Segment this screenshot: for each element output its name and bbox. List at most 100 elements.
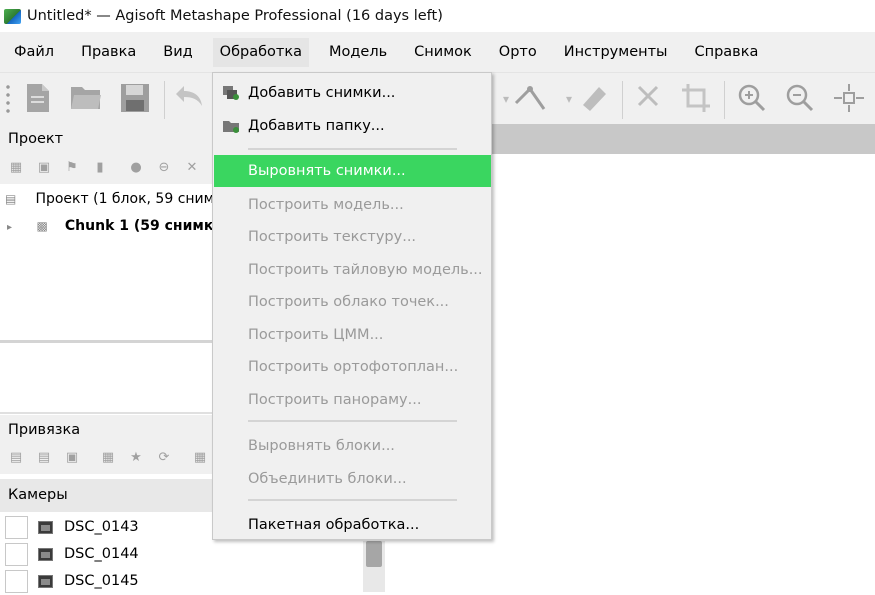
camera-checkbox[interactable] (5, 570, 28, 593)
export-icon[interactable]: ▤ (36, 450, 52, 466)
save-icon[interactable] (119, 83, 151, 115)
menu-edit[interactable]: Правка (74, 38, 143, 67)
menu-model[interactable]: Модель (322, 38, 394, 67)
menu-build-tiled-model-label: Построить тайловую модель... (248, 262, 483, 278)
camera-row[interactable]: DSC_0144 (0, 541, 212, 568)
camera-row[interactable]: DSC_0143 (0, 514, 212, 541)
camera-name: DSC_0143 (64, 519, 139, 535)
camera-checkbox[interactable] (5, 516, 28, 539)
ruler-icon[interactable] (578, 83, 610, 115)
import-icon[interactable]: ▤ (8, 450, 24, 466)
menu-build-model-label: Построить модель... (248, 197, 404, 213)
delete-icon[interactable] (632, 83, 664, 115)
menu-build-dem[interactable]: Построить ЦММ... (214, 319, 491, 351)
chunk-icon: ▩ (36, 219, 48, 233)
pane-splitter[interactable] (0, 340, 212, 343)
convert-icon[interactable]: ▣ (64, 450, 80, 466)
chunk-row[interactable]: ▸ ▩ Chunk 1 (59 снимков) (0, 213, 212, 239)
menu-bar: Файл Правка Вид Обработка Модель Снимок … (0, 32, 875, 72)
menu-align-chunks[interactable]: Выровнять блоки... (214, 430, 491, 462)
menu-file[interactable]: Файл (7, 38, 61, 67)
menu-batch-process-label: Пакетная обработка... (248, 517, 420, 533)
menu-align-chunks-label: Выровнять блоки... (248, 438, 395, 454)
toolbar-grip[interactable] (5, 83, 11, 117)
model-view-header (492, 124, 875, 154)
project-toolbar: ▦ ▣ ⚑ ▮ ● ⊖ ✕ (0, 154, 212, 184)
add-folder-icon (223, 121, 239, 133)
workflow-menu: Добавить снимки... Добавить папку... Выр… (212, 72, 492, 540)
menu-add-folder[interactable]: Добавить папку... (214, 110, 491, 142)
menu-merge-chunks-label: Объединить блоки... (248, 471, 407, 487)
menu-help[interactable]: Справка (687, 38, 765, 67)
add-photos-icon[interactable]: ▣ (36, 160, 52, 176)
scrollbar-thumb[interactable] (366, 541, 382, 567)
crop-icon[interactable] (680, 83, 712, 115)
toolbar-separator (164, 81, 165, 119)
camera-image-icon (38, 575, 53, 588)
menu-build-model[interactable]: Построить модель... (214, 189, 491, 221)
reference-pane-title: Привязка (0, 415, 212, 445)
project-pane-title: Проект (0, 124, 212, 154)
add-shape-icon[interactable]: ▮ (92, 160, 108, 176)
menu-separator (248, 499, 457, 501)
app-logo-icon (4, 8, 21, 24)
settings-icon[interactable]: ▦ (192, 450, 208, 466)
camera-image-icon (38, 548, 53, 561)
line-tool-icon[interactable] (512, 83, 546, 115)
menu-batch-process[interactable]: Пакетная обработка... (214, 509, 491, 541)
star-icon[interactable]: ★ (128, 450, 144, 466)
reference-toolbar: ▤ ▤ ▣ ▦ ★ ⟳ ▦ (0, 444, 212, 474)
menu-separator (248, 148, 457, 150)
undo-icon[interactable] (173, 83, 205, 115)
menu-photo[interactable]: Снимок (407, 38, 479, 67)
camera-checkbox[interactable] (5, 543, 28, 566)
menu-build-tiled-model[interactable]: Построить тайловую модель... (214, 254, 491, 286)
menu-view[interactable]: Вид (156, 38, 199, 67)
left-pane: Проект ▦ ▣ ⚑ ▮ ● ⊖ ✕ ▤ Проект (1 блок, 5… (0, 124, 212, 595)
menu-build-orthomosaic[interactable]: Построить ортофотоплан... (214, 351, 491, 383)
menu-add-folder-label: Добавить папку... (248, 118, 385, 134)
menu-separator (248, 420, 457, 422)
calculator-icon[interactable]: ▦ (100, 450, 116, 466)
menu-build-texture[interactable]: Построить текстуру... (214, 221, 491, 253)
pane-splitter[interactable] (0, 412, 212, 414)
camera-name: DSC_0145 (64, 573, 139, 589)
camera-image-icon (38, 521, 53, 534)
project-root-row[interactable]: ▤ Проект (1 блок, 59 снимков) (0, 186, 212, 212)
open-folder-icon[interactable] (70, 83, 102, 115)
disable-icon[interactable]: ⊖ (156, 160, 172, 176)
menu-tools[interactable]: Инструменты (557, 38, 675, 67)
menu-ortho[interactable]: Орто (492, 38, 544, 67)
project-root-icon: ▤ (5, 192, 17, 206)
menu-workflow[interactable]: Обработка (212, 37, 310, 67)
add-marker-icon[interactable]: ⚑ (64, 160, 80, 176)
window-title: Untitled* — Agisoft Metashape Profession… (27, 8, 443, 24)
move-center-icon[interactable] (832, 83, 864, 115)
menu-build-panorama-label: Построить панораму... (248, 392, 422, 408)
chunk-label: Chunk 1 (59 снимков) (64, 218, 212, 234)
zoom-out-icon[interactable] (784, 83, 816, 115)
zoom-in-icon[interactable] (736, 83, 768, 115)
menu-add-photos-label: Добавить снимки... (248, 85, 396, 101)
menu-align-photos[interactable]: Выровнять снимки... (214, 155, 491, 187)
cameras-header[interactable]: Камеры (0, 479, 212, 512)
remove-icon[interactable]: ✕ (184, 160, 200, 176)
toolbar-separator (622, 81, 623, 119)
camera-row[interactable]: DSC_0145 (0, 568, 212, 595)
menu-add-photos[interactable]: Добавить снимки... (214, 77, 491, 109)
menu-build-dem-label: Построить ЦММ... (248, 327, 384, 343)
menu-build-panorama[interactable]: Построить панораму... (214, 384, 491, 416)
camera-name: DSC_0144 (64, 546, 139, 562)
add-chunk-icon[interactable]: ▦ (8, 160, 24, 176)
new-document-icon[interactable] (22, 83, 54, 115)
menu-merge-chunks[interactable]: Объединить блоки... (214, 463, 491, 495)
title-bar: Untitled* — Agisoft Metashape Profession… (0, 0, 875, 32)
menu-build-texture-label: Построить текстуру... (248, 229, 417, 245)
enable-icon[interactable]: ● (128, 160, 144, 176)
add-photos-icon (223, 86, 239, 100)
expand-arrow-icon[interactable]: ▸ (7, 215, 21, 239)
toolbar-separator (724, 81, 725, 119)
menu-align-photos-label: Выровнять снимки... (248, 163, 406, 179)
refresh-icon[interactable]: ⟳ (156, 450, 172, 466)
menu-build-point-cloud[interactable]: Построить облако точек... (214, 286, 491, 318)
